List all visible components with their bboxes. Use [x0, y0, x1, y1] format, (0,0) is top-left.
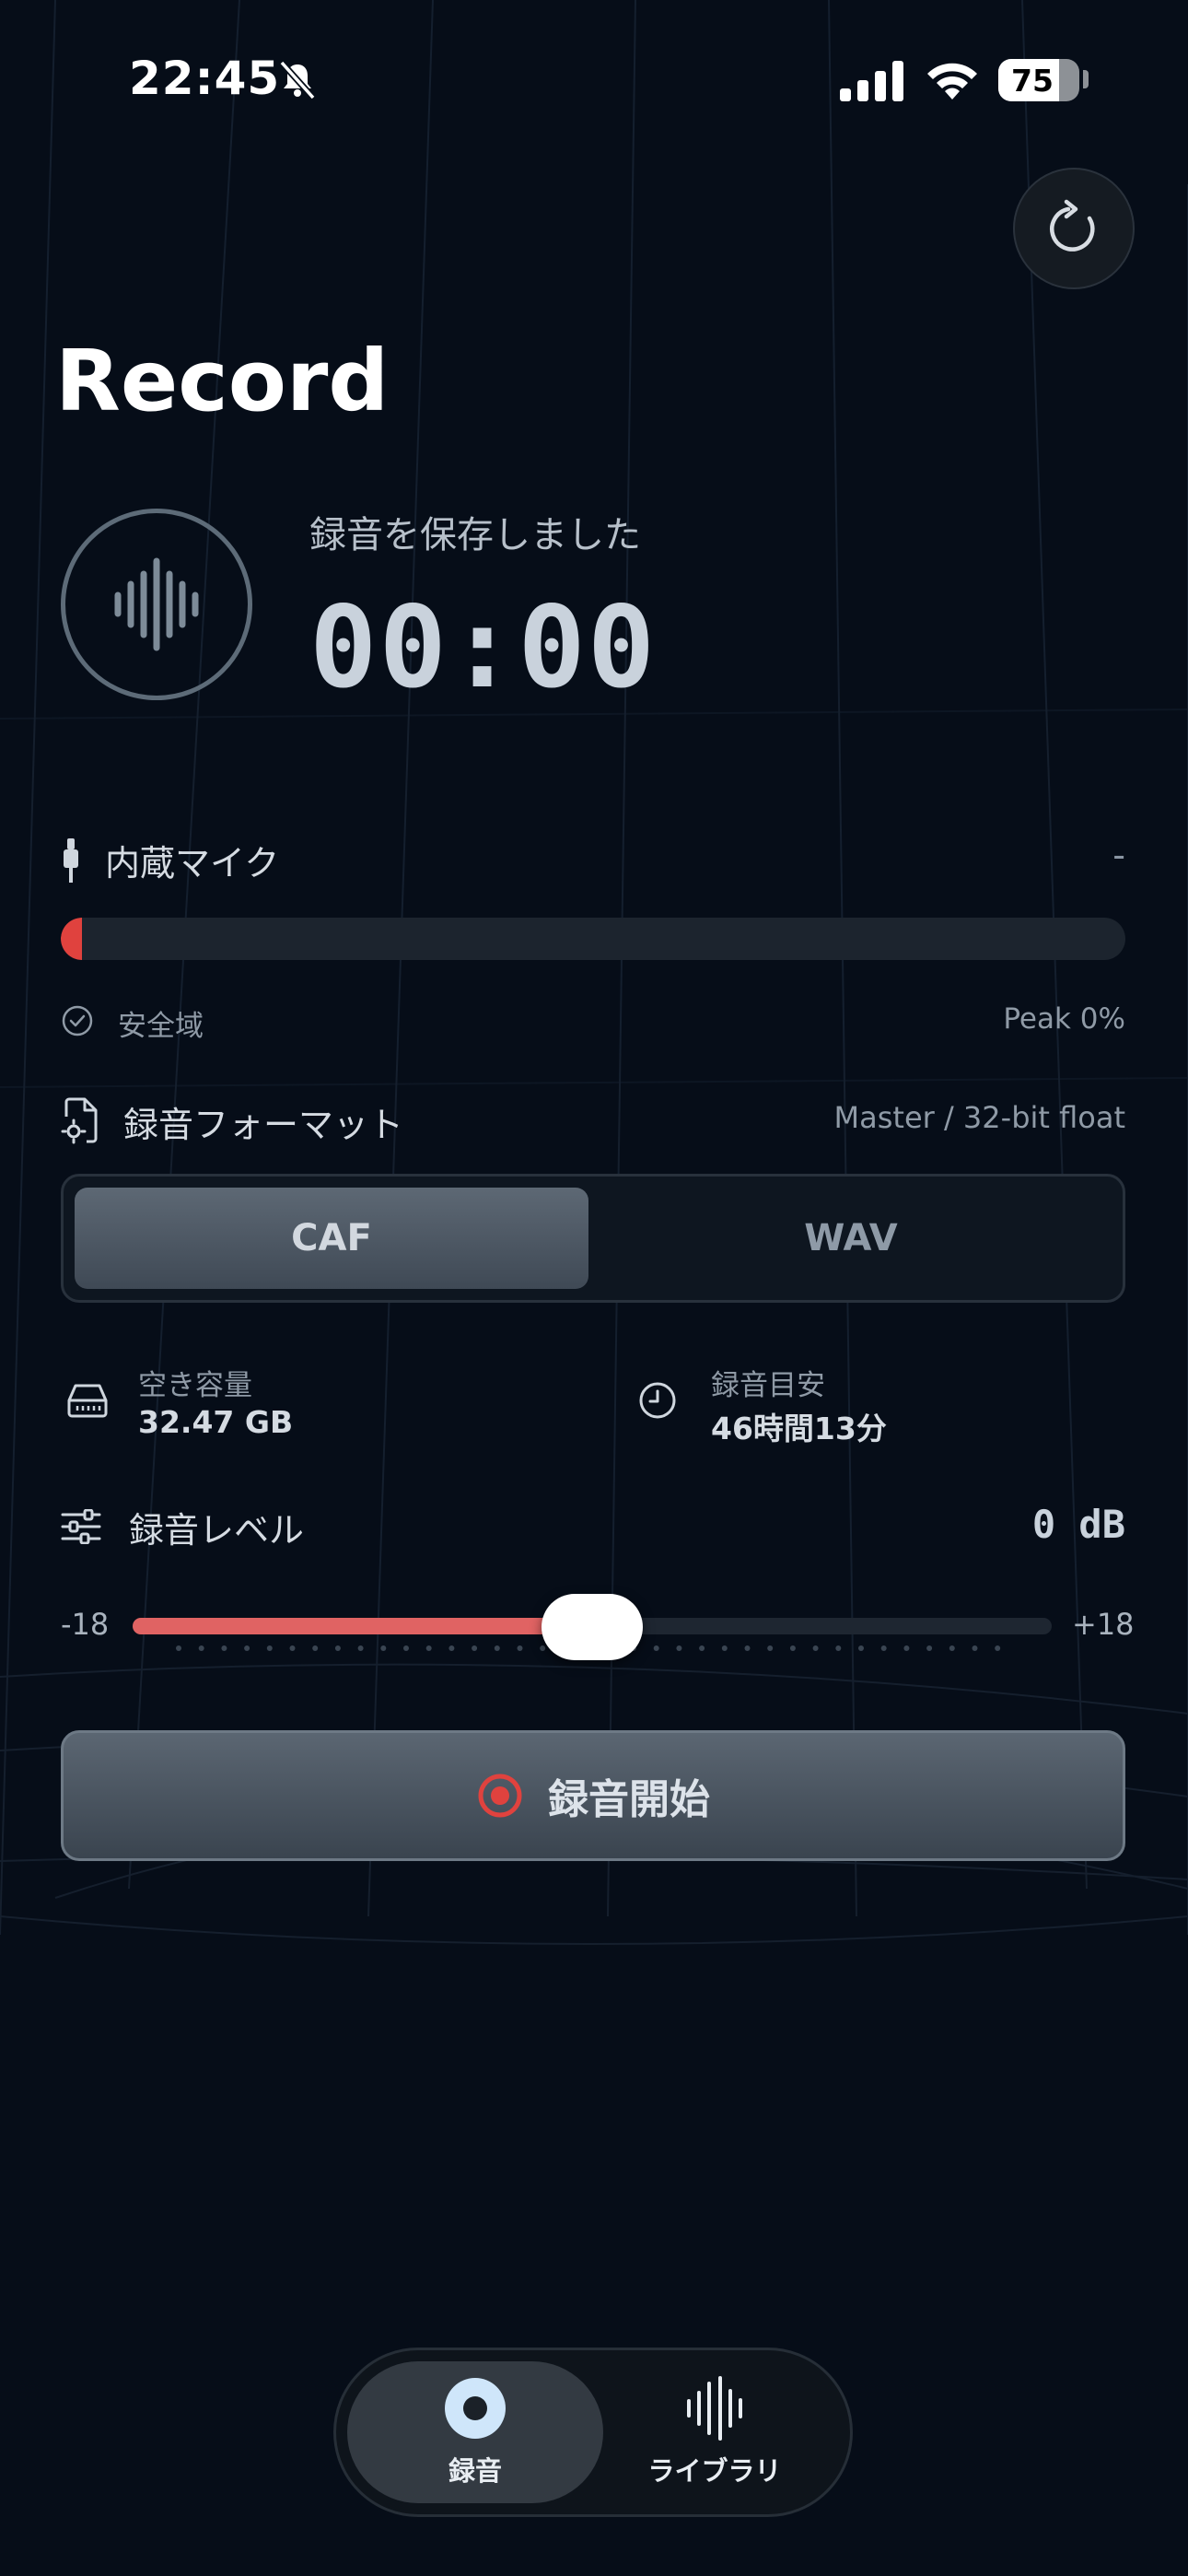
input-level-meter [61, 918, 1125, 960]
record-tab-icon [445, 2378, 506, 2439]
slider-tick [767, 1645, 774, 1651]
record-time-estimate-label: 録音目安 [711, 1369, 825, 1402]
waveform-icon [687, 2376, 742, 2441]
slider-tick [494, 1645, 500, 1651]
safe-zone-label: 安全域 [118, 1010, 204, 1043]
format-row: 録音フォーマット Master / 32-bit float [61, 1096, 1125, 1152]
start-recording-button[interactable]: 録音開始 [61, 1730, 1125, 1861]
slider-tick [266, 1645, 273, 1651]
slider-tick [472, 1645, 478, 1651]
format-label: 録音フォーマット [123, 1105, 404, 1145]
level-slider-fill [133, 1618, 592, 1634]
slider-tick [926, 1645, 933, 1651]
microphone-jack-icon [64, 838, 78, 883]
recording-level-label: 録音レベル [129, 1510, 305, 1551]
record-time-estimate-stat: 録音目安 46時間13分 [634, 1362, 1125, 1463]
slider-tick [357, 1645, 364, 1651]
slider-tick [221, 1645, 227, 1651]
format-segmented-control: CAF WAV [61, 1174, 1125, 1303]
slider-tick [334, 1645, 341, 1651]
refresh-icon [1050, 199, 1095, 252]
slider-tick [721, 1645, 728, 1651]
slider-tick [176, 1645, 181, 1651]
cellular-signal-icon [840, 61, 903, 101]
sliders-icon [61, 1509, 101, 1544]
recorder-waveform-badge [61, 509, 252, 700]
level-status-row: 安全域 Peak 0% [61, 1001, 1125, 1047]
page-title: Record [55, 332, 390, 430]
slider-tick [789, 1645, 796, 1651]
level-slider-thumb[interactable] [542, 1594, 643, 1660]
slider-tick [903, 1645, 910, 1651]
format-option-caf[interactable]: CAF [75, 1188, 588, 1289]
battery-level: 75 [1011, 62, 1054, 99]
document-gear-icon [61, 1097, 98, 1144]
format-detail: Master / 32-bit float [833, 1100, 1125, 1135]
slider-tick [244, 1645, 250, 1651]
tab-record-label: 録音 [448, 2455, 502, 2487]
wifi-icon [927, 63, 977, 100]
slider-tick [699, 1645, 705, 1651]
free-space-label: 空き容量 [138, 1369, 252, 1402]
slider-tick [198, 1645, 204, 1651]
slider-tick [949, 1645, 955, 1651]
tab-bar: 録音 ライブラリ [333, 2348, 853, 2517]
slider-tick [540, 1645, 546, 1651]
recording-timer: 00:00 [309, 582, 658, 713]
slider-tick [425, 1645, 432, 1651]
battery-icon: 75 [998, 59, 1079, 101]
check-circle-icon [62, 1005, 93, 1036]
slider-tick [858, 1645, 864, 1651]
record-icon [478, 1774, 522, 1818]
slider-tick [835, 1645, 842, 1651]
slider-tick [676, 1645, 682, 1651]
peak-label: Peak 0% [1003, 1002, 1125, 1036]
hard-drive-icon [67, 1384, 108, 1418]
slider-tick [880, 1645, 887, 1651]
slider-tick [403, 1645, 409, 1651]
tab-record[interactable]: 録音 [347, 2361, 603, 2503]
slider-min-label: -18 [61, 1607, 110, 1642]
start-recording-label: 録音開始 [548, 1776, 710, 1823]
refresh-button[interactable] [1013, 168, 1135, 289]
free-space-stat: 空き容量 32.47 GB [61, 1362, 577, 1463]
slider-tick [744, 1645, 751, 1651]
battery-cap [1083, 70, 1089, 88]
recording-level-value: 0 dB [1031, 1502, 1125, 1547]
slider-tick [380, 1645, 387, 1651]
clock-icon [639, 1382, 676, 1419]
slider-tick [995, 1645, 1001, 1651]
record-time-estimate-value: 46時間13分 [711, 1411, 887, 1446]
recording-status: 録音を保存しました [309, 514, 641, 556]
slider-tick [812, 1645, 819, 1651]
recording-level-row: 録音レベル 0 dB [61, 1502, 1125, 1557]
slider-tick [972, 1645, 978, 1651]
free-space-value: 32.47 GB [138, 1404, 294, 1440]
slider-tick [653, 1645, 659, 1651]
tab-library[interactable]: ライブラリ [587, 2361, 843, 2503]
slider-max-label: +18 [1072, 1607, 1135, 1642]
input-device-label: 内蔵マイク [105, 843, 280, 884]
status-bar-right: 75 [840, 55, 1089, 105]
waveform-icon [114, 557, 199, 651]
bell-slash-icon [279, 60, 316, 100]
input-device-row: 内蔵マイク - [61, 835, 1125, 890]
slider-tick [312, 1645, 319, 1651]
slider-tick [517, 1645, 523, 1651]
status-time: 22:45 [129, 52, 281, 105]
slider-tick [448, 1645, 455, 1651]
input-device-value: - [1112, 835, 1125, 875]
slider-tick [289, 1645, 296, 1651]
tab-library-label: ライブラリ [647, 2455, 782, 2487]
format-option-wav[interactable]: WAV [594, 1188, 1108, 1289]
